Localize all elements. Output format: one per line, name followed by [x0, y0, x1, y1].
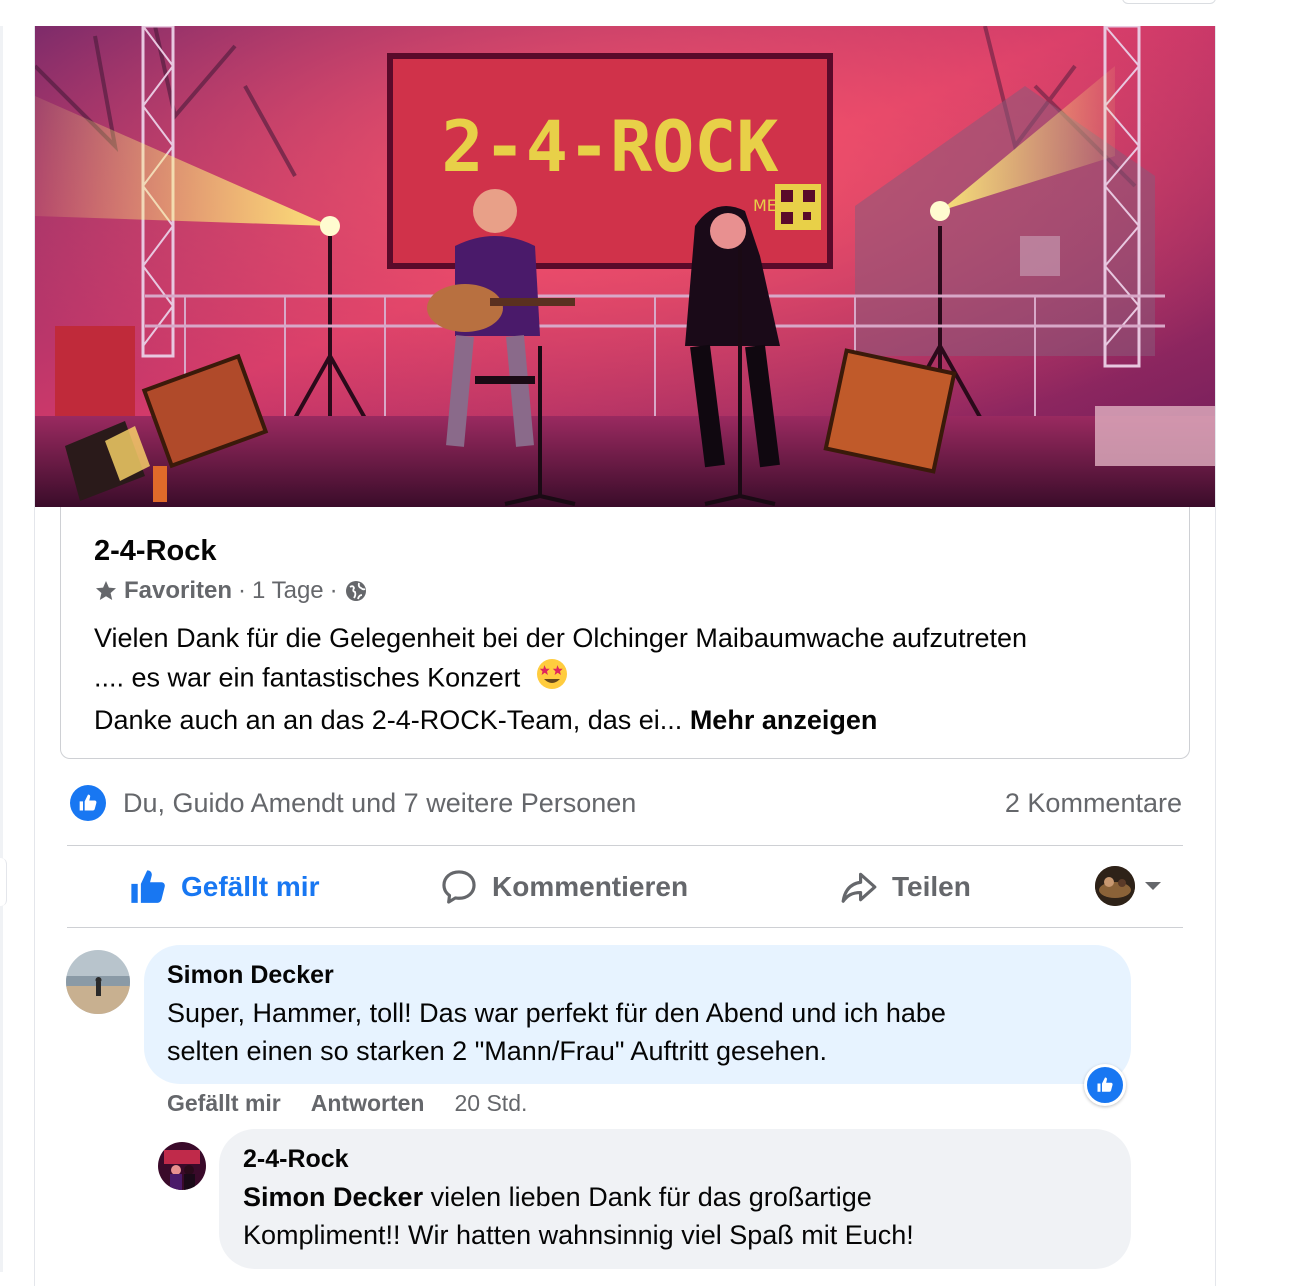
reply-text-fragment: vielen lieben Dank für das großartige: [423, 1182, 872, 1212]
comment-text: Super, Hammer, toll! Das war perfekt für…: [167, 994, 946, 1070]
thumbs-up-icon: [131, 870, 165, 903]
avatar: [1095, 866, 1135, 906]
reactions-row: Du, Guido Amendt und 7 weitere Personen …: [70, 785, 1182, 825]
like-reaction-icon[interactable]: [70, 785, 106, 821]
comment-text-line: Super, Hammer, toll! Das war perfekt für…: [167, 998, 946, 1028]
top-bar: [0, 0, 1294, 26]
divider: [67, 927, 1183, 928]
reply-author[interactable]: 2-4-Rock: [243, 1145, 349, 1174]
like-button-label: Gefällt mir: [181, 871, 320, 902]
comment-reply-button[interactable]: Antworten: [311, 1090, 425, 1116]
reaction-as-selector[interactable]: [1095, 866, 1161, 906]
comment-icon: [442, 870, 476, 904]
comment-actions: Gefällt mir Antworten 20 Std.: [167, 1090, 527, 1117]
reply-text-line: Kompliment!! Wir hatten wahnsinnig viel …: [243, 1220, 914, 1250]
shared-page-name[interactable]: 2-4-Rock: [94, 535, 217, 568]
divider: [67, 845, 1183, 846]
globe-icon: [345, 581, 366, 601]
comment-button-label: Kommentieren: [492, 871, 689, 902]
comments-count[interactable]: 2 Kommentare: [1005, 788, 1182, 819]
share-button-label: Teilen: [892, 871, 971, 902]
left-panel-edge: [0, 858, 7, 906]
post-text-fragment: Danke auch an an das 2-4-ROCK-Team, das …: [94, 705, 683, 735]
like-button[interactable]: Gefällt mir: [129, 848, 319, 926]
reply-text-line: Simon Decker vielen lieben Dank für das …: [243, 1178, 914, 1216]
reply-text: Simon Decker vielen lieben Dank für das …: [243, 1178, 914, 1254]
post-action-bar: Gefällt mir Kommentieren Teilen: [67, 848, 1183, 926]
page-avatar[interactable]: [158, 1142, 206, 1190]
meta-separator: ·: [238, 577, 247, 604]
favorites-label[interactable]: Favoriten: [124, 577, 232, 605]
post-text-fragment: .... es war ein fantastisches Konzert: [94, 662, 521, 693]
post-time[interactable]: 1 Tage: [252, 577, 324, 605]
star-struck-emoji-icon: [536, 658, 568, 701]
comment-like-button[interactable]: Gefällt mir: [167, 1090, 281, 1116]
see-more-link[interactable]: Mehr anzeigen: [690, 705, 878, 735]
star-icon: [96, 581, 116, 600]
concert-stage-image: 2-4-ROCK ME: [35, 26, 1215, 507]
share-arrow-icon: [841, 872, 877, 903]
share-button[interactable]: Teilen: [840, 848, 971, 926]
shared-post-text: Vielen Dank für die Gelegenheit bei der …: [94, 619, 1174, 740]
top-bar-button[interactable]: [1122, 0, 1216, 4]
mention-link[interactable]: Simon Decker: [243, 1182, 423, 1212]
post-text-line: .... es war ein fantastisches Konzert: [94, 658, 1174, 701]
banner-small-text: ME: [753, 196, 777, 215]
banner-text: 2-4-ROCK: [441, 106, 778, 188]
post-text-line: Vielen Dank für die Gelegenheit bei der …: [94, 623, 1028, 653]
shared-post-box[interactable]: 2-4-Rock Favoriten · 1 Tage · Vielen Dan…: [60, 507, 1190, 759]
comment-button[interactable]: Kommentieren: [440, 848, 688, 926]
comment-time[interactable]: 20 Std.: [454, 1090, 527, 1116]
reactions-summary[interactable]: Du, Guido Amendt und 7 weitere Personen: [123, 788, 636, 819]
comment-text-line: selten einen so starken 2 "Mann/Frau" Au…: [167, 1036, 828, 1066]
post-text-line: Danke auch an an das 2-4-ROCK-Team, das …: [94, 701, 1174, 740]
shared-post-photo[interactable]: 2-4-ROCK ME: [35, 26, 1215, 507]
comment-author[interactable]: Simon Decker: [167, 961, 334, 990]
comment-like-reaction-icon[interactable]: [1084, 1064, 1126, 1106]
chevron-down-icon: [1145, 882, 1161, 890]
meta-separator: ·: [329, 577, 338, 604]
page-edge: [0, 26, 3, 1272]
commenter-avatar[interactable]: [66, 950, 130, 1014]
shared-post-meta: Favoriten · 1 Tage ·: [94, 577, 368, 605]
